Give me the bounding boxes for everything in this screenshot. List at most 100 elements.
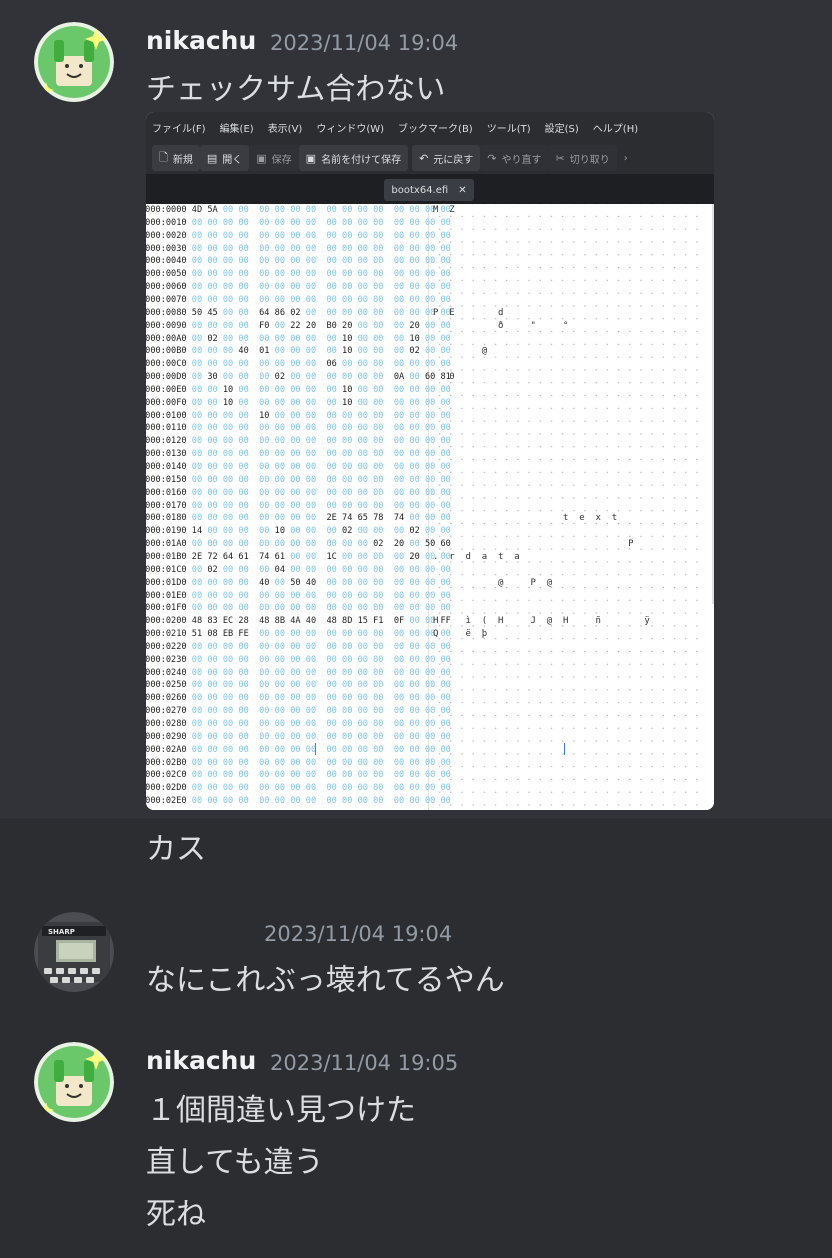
menu-bookmark[interactable]: ブックマーク(B) bbox=[398, 120, 473, 135]
new-button[interactable]: 🗋 新規 bbox=[152, 145, 200, 171]
menu-edit[interactable]: 編集(E) bbox=[220, 120, 254, 135]
hex-byte: 00 bbox=[222, 744, 234, 755]
menu-file[interactable]: ファイル(F) bbox=[152, 120, 206, 135]
hex-byte: 00 bbox=[326, 217, 337, 228]
username[interactable]: nikachu bbox=[146, 26, 256, 55]
hex-byte: 00 bbox=[191, 744, 203, 755]
hex-byte: 00 bbox=[393, 706, 405, 717]
hex-row[interactable]: 0000:02B0 00 00 00 00 00 00 00 00 00 00 … bbox=[146, 757, 451, 770]
scrollbar[interactable] bbox=[712, 204, 714, 604]
menu-window[interactable]: ウィンドウ(W) bbox=[316, 120, 384, 135]
hex-row[interactable]: 0000:0200 48 83 EC 28 48 8B 4A 40 48 8D … bbox=[146, 615, 451, 628]
avatar[interactable] bbox=[34, 1042, 114, 1122]
hex-row[interactable]: 0000:0010 00 00 00 00 00 00 00 00 00 00 … bbox=[146, 217, 451, 230]
hex-row[interactable]: 0000:0120 00 00 00 00 00 00 00 00 00 00 … bbox=[146, 435, 451, 448]
hex-row[interactable]: 0000:0000 4D 5A 00 00 00 00 00 00 00 00 … bbox=[146, 204, 451, 217]
image-attachment[interactable]: ファイル(F) 編集(E) 表示(V) ウィンドウ(W) ブックマーク(B) ツ… bbox=[146, 112, 714, 810]
hex-row[interactable]: 0000:01E0 00 00 00 00 00 00 00 00 00 00 … bbox=[146, 590, 451, 603]
hex-row[interactable]: 0000:0260 00 00 00 00 00 00 00 00 00 00 … bbox=[146, 692, 451, 705]
hex-row[interactable]: 0000:00C0 00 00 00 00 00 00 00 00 06 00 … bbox=[146, 358, 451, 371]
hex-row[interactable]: 0000:0210 51 08 EB FE 00 00 00 00 00 00 … bbox=[146, 628, 451, 641]
hex-row[interactable]: 0000:00D0 00 30 00 00 00 02 00 00 00 00 … bbox=[146, 371, 451, 384]
hex-row[interactable]: 0000:01B0 2E 72 64 61 74 61 00 00 1C 00 … bbox=[146, 551, 451, 564]
hex-row[interactable]: 0000:0020 00 00 00 00 00 00 00 00 00 00 … bbox=[146, 230, 451, 243]
redo-button[interactable]: ↷ やり直す bbox=[480, 145, 549, 171]
hex-row[interactable]: 0000:0100 00 00 00 00 10 00 00 00 00 00 … bbox=[146, 410, 451, 423]
ascii-text: M Z bbox=[433, 205, 455, 215]
hex-byte: 00 bbox=[342, 436, 353, 447]
hex-row[interactable]: 0000:0050 00 00 00 00 00 00 00 00 00 00 … bbox=[146, 268, 451, 281]
hex-byte: 00 bbox=[342, 796, 353, 807]
hex-row[interactable]: 0000:0240 00 00 00 00 00 00 00 00 00 00 … bbox=[146, 667, 451, 680]
hex-byte: 00 bbox=[409, 667, 420, 678]
hex-row[interactable]: 0000:00A0 00 02 00 00 00 00 00 00 00 10 … bbox=[146, 333, 451, 346]
hex-row[interactable]: 0000:0250 00 00 00 00 00 00 00 00 00 00 … bbox=[146, 679, 451, 692]
hex-byte: 00 bbox=[342, 449, 353, 460]
hex-row[interactable]: 0000:0130 00 00 00 00 00 00 00 00 00 00 … bbox=[146, 448, 451, 461]
hex-row[interactable]: 0000:00B0 00 00 00 40 01 00 00 00 00 10 … bbox=[146, 345, 451, 358]
save-label: 保存 bbox=[271, 154, 292, 166]
hex-row[interactable]: 0000:01F0 00 00 00 00 00 00 00 00 00 00 … bbox=[146, 602, 451, 615]
hex-row[interactable]: 0000:0070 00 00 00 00 00 00 00 00 00 00 … bbox=[146, 294, 451, 307]
ascii-panel[interactable] bbox=[432, 204, 702, 810]
hex-row[interactable]: 0000:0060 00 00 00 00 00 00 00 00 00 00 … bbox=[146, 281, 451, 294]
hex-row[interactable]: 0000:00F0 00 00 10 00 00 00 00 00 00 10 … bbox=[146, 397, 451, 410]
hex-view[interactable]: 0000:0000 4D 5A 00 00 00 00 00 00 00 00 … bbox=[146, 204, 714, 810]
hex-row[interactable]: 0000:01A0 00 00 00 00 00 00 00 00 00 00 … bbox=[146, 538, 451, 551]
hex-byte: 00 bbox=[259, 359, 270, 370]
hex-row[interactable]: 0000:02E0 00 00 00 00 00 00 00 00 00 00 … bbox=[146, 795, 451, 808]
username[interactable]: nikachu bbox=[146, 1046, 256, 1075]
hex-row[interactable]: 0000:0230 00 00 00 00 00 00 00 00 00 00 … bbox=[146, 654, 451, 667]
hex-row[interactable]: 0000:0140 00 00 00 00 00 00 00 00 00 00 … bbox=[146, 461, 451, 474]
save-button[interactable]: ▣ 保存 bbox=[249, 145, 299, 171]
hex-row[interactable]: 0000:01D0 00 00 00 00 40 00 50 40 00 00 … bbox=[146, 577, 451, 590]
undo-button[interactable]: ↶ 元に戻す bbox=[412, 145, 481, 171]
hex-address: 0000:0090 bbox=[146, 320, 187, 331]
hex-byte: 00 bbox=[259, 564, 270, 575]
hex-row[interactable]: 0000:0280 00 00 00 00 00 00 00 00 00 00 … bbox=[146, 718, 451, 731]
hex-row[interactable]: 0000:02A0 00 00 00 00 00 00 00 00 00 00 … bbox=[146, 744, 451, 757]
hex-row[interactable]: 0000:0040 00 00 00 00 00 00 00 00 00 00 … bbox=[146, 255, 451, 268]
hex-row[interactable]: 0000:0180 00 00 00 00 00 00 00 00 2E 74 … bbox=[146, 512, 451, 525]
hex-byte: 00 bbox=[259, 744, 270, 755]
hex-row[interactable]: 0000:0080 50 45 00 00 64 86 02 00 00 00 … bbox=[146, 307, 451, 320]
hex-byte: 00 bbox=[373, 590, 384, 601]
close-icon[interactable]: ✕ bbox=[458, 185, 466, 196]
hex-byte: 00 bbox=[409, 616, 420, 627]
hex-row[interactable]: 0000:01C0 00 02 00 00 00 04 00 00 00 00 … bbox=[146, 564, 451, 577]
hex-row[interactable]: 0000:0290 00 00 00 00 00 00 00 00 00 00 … bbox=[146, 731, 451, 744]
hex-row[interactable]: 0000:0090 00 00 00 00 F0 00 22 20 B0 20 … bbox=[146, 320, 451, 333]
save-as-button[interactable]: ▣ 名前を付けて保存 bbox=[298, 145, 409, 171]
hex-row[interactable]: 0000:02C0 00 00 00 00 00 00 00 00 00 00 … bbox=[146, 769, 451, 782]
hex-byte: 00 bbox=[259, 590, 270, 601]
hex-byte: 00 bbox=[326, 770, 337, 781]
hex-address: 0000:01D0 bbox=[146, 577, 187, 588]
hex-byte: 00 bbox=[357, 693, 368, 704]
hex-row[interactable]: 0000:0170 00 00 00 00 00 00 00 00 00 00 … bbox=[146, 500, 451, 513]
file-tab[interactable]: bootx64.efi ✕ bbox=[384, 179, 474, 201]
hex-row[interactable]: 0000:0190 14 00 00 00 00 10 00 00 00 02 … bbox=[146, 525, 451, 538]
hex-byte: 00 bbox=[259, 436, 270, 447]
menu-view[interactable]: 表示(V) bbox=[268, 120, 303, 135]
hex-row[interactable]: 0000:0270 00 00 00 00 00 00 00 00 00 00 … bbox=[146, 705, 451, 718]
menu-settings[interactable]: 設定(S) bbox=[545, 120, 579, 135]
hex-row[interactable]: 0000:02D0 00 00 00 00 00 00 00 00 00 00 … bbox=[146, 782, 451, 795]
hex-row[interactable]: 0000:0220 00 00 00 00 00 00 00 00 00 00 … bbox=[146, 641, 451, 654]
menu-tools[interactable]: ツール(T) bbox=[487, 120, 531, 135]
more-button[interactable]: › bbox=[617, 145, 635, 171]
hex-row[interactable]: 0000:00E0 00 00 10 00 00 00 00 00 00 10 … bbox=[146, 384, 451, 397]
hex-row[interactable]: 0000:0030 00 00 00 00 00 00 00 00 00 00 … bbox=[146, 243, 451, 256]
hex-byte: 00 bbox=[222, 719, 234, 729]
hex-byte: 00 bbox=[409, 731, 420, 742]
hex-row[interactable]: 0000:0150 00 00 00 00 00 00 00 00 00 00 … bbox=[146, 474, 451, 487]
hex-row[interactable]: 0000:0110 00 00 00 00 00 00 00 00 00 00 … bbox=[146, 422, 451, 435]
avatar[interactable] bbox=[34, 22, 114, 102]
hex-byte: 00 bbox=[305, 282, 317, 293]
open-button[interactable]: ▤ 開く bbox=[199, 145, 250, 171]
hex-row[interactable]: 0000:0160 00 00 00 00 00 00 00 00 00 00 … bbox=[146, 487, 451, 500]
cut-button[interactable]: ✂ 切り取り bbox=[548, 145, 617, 171]
avatar[interactable]: SHARP bbox=[34, 912, 114, 992]
menu-help[interactable]: ヘルプ(H) bbox=[593, 120, 638, 135]
hex-byte: 00 bbox=[342, 205, 353, 215]
hex-byte: 00 bbox=[191, 217, 203, 228]
